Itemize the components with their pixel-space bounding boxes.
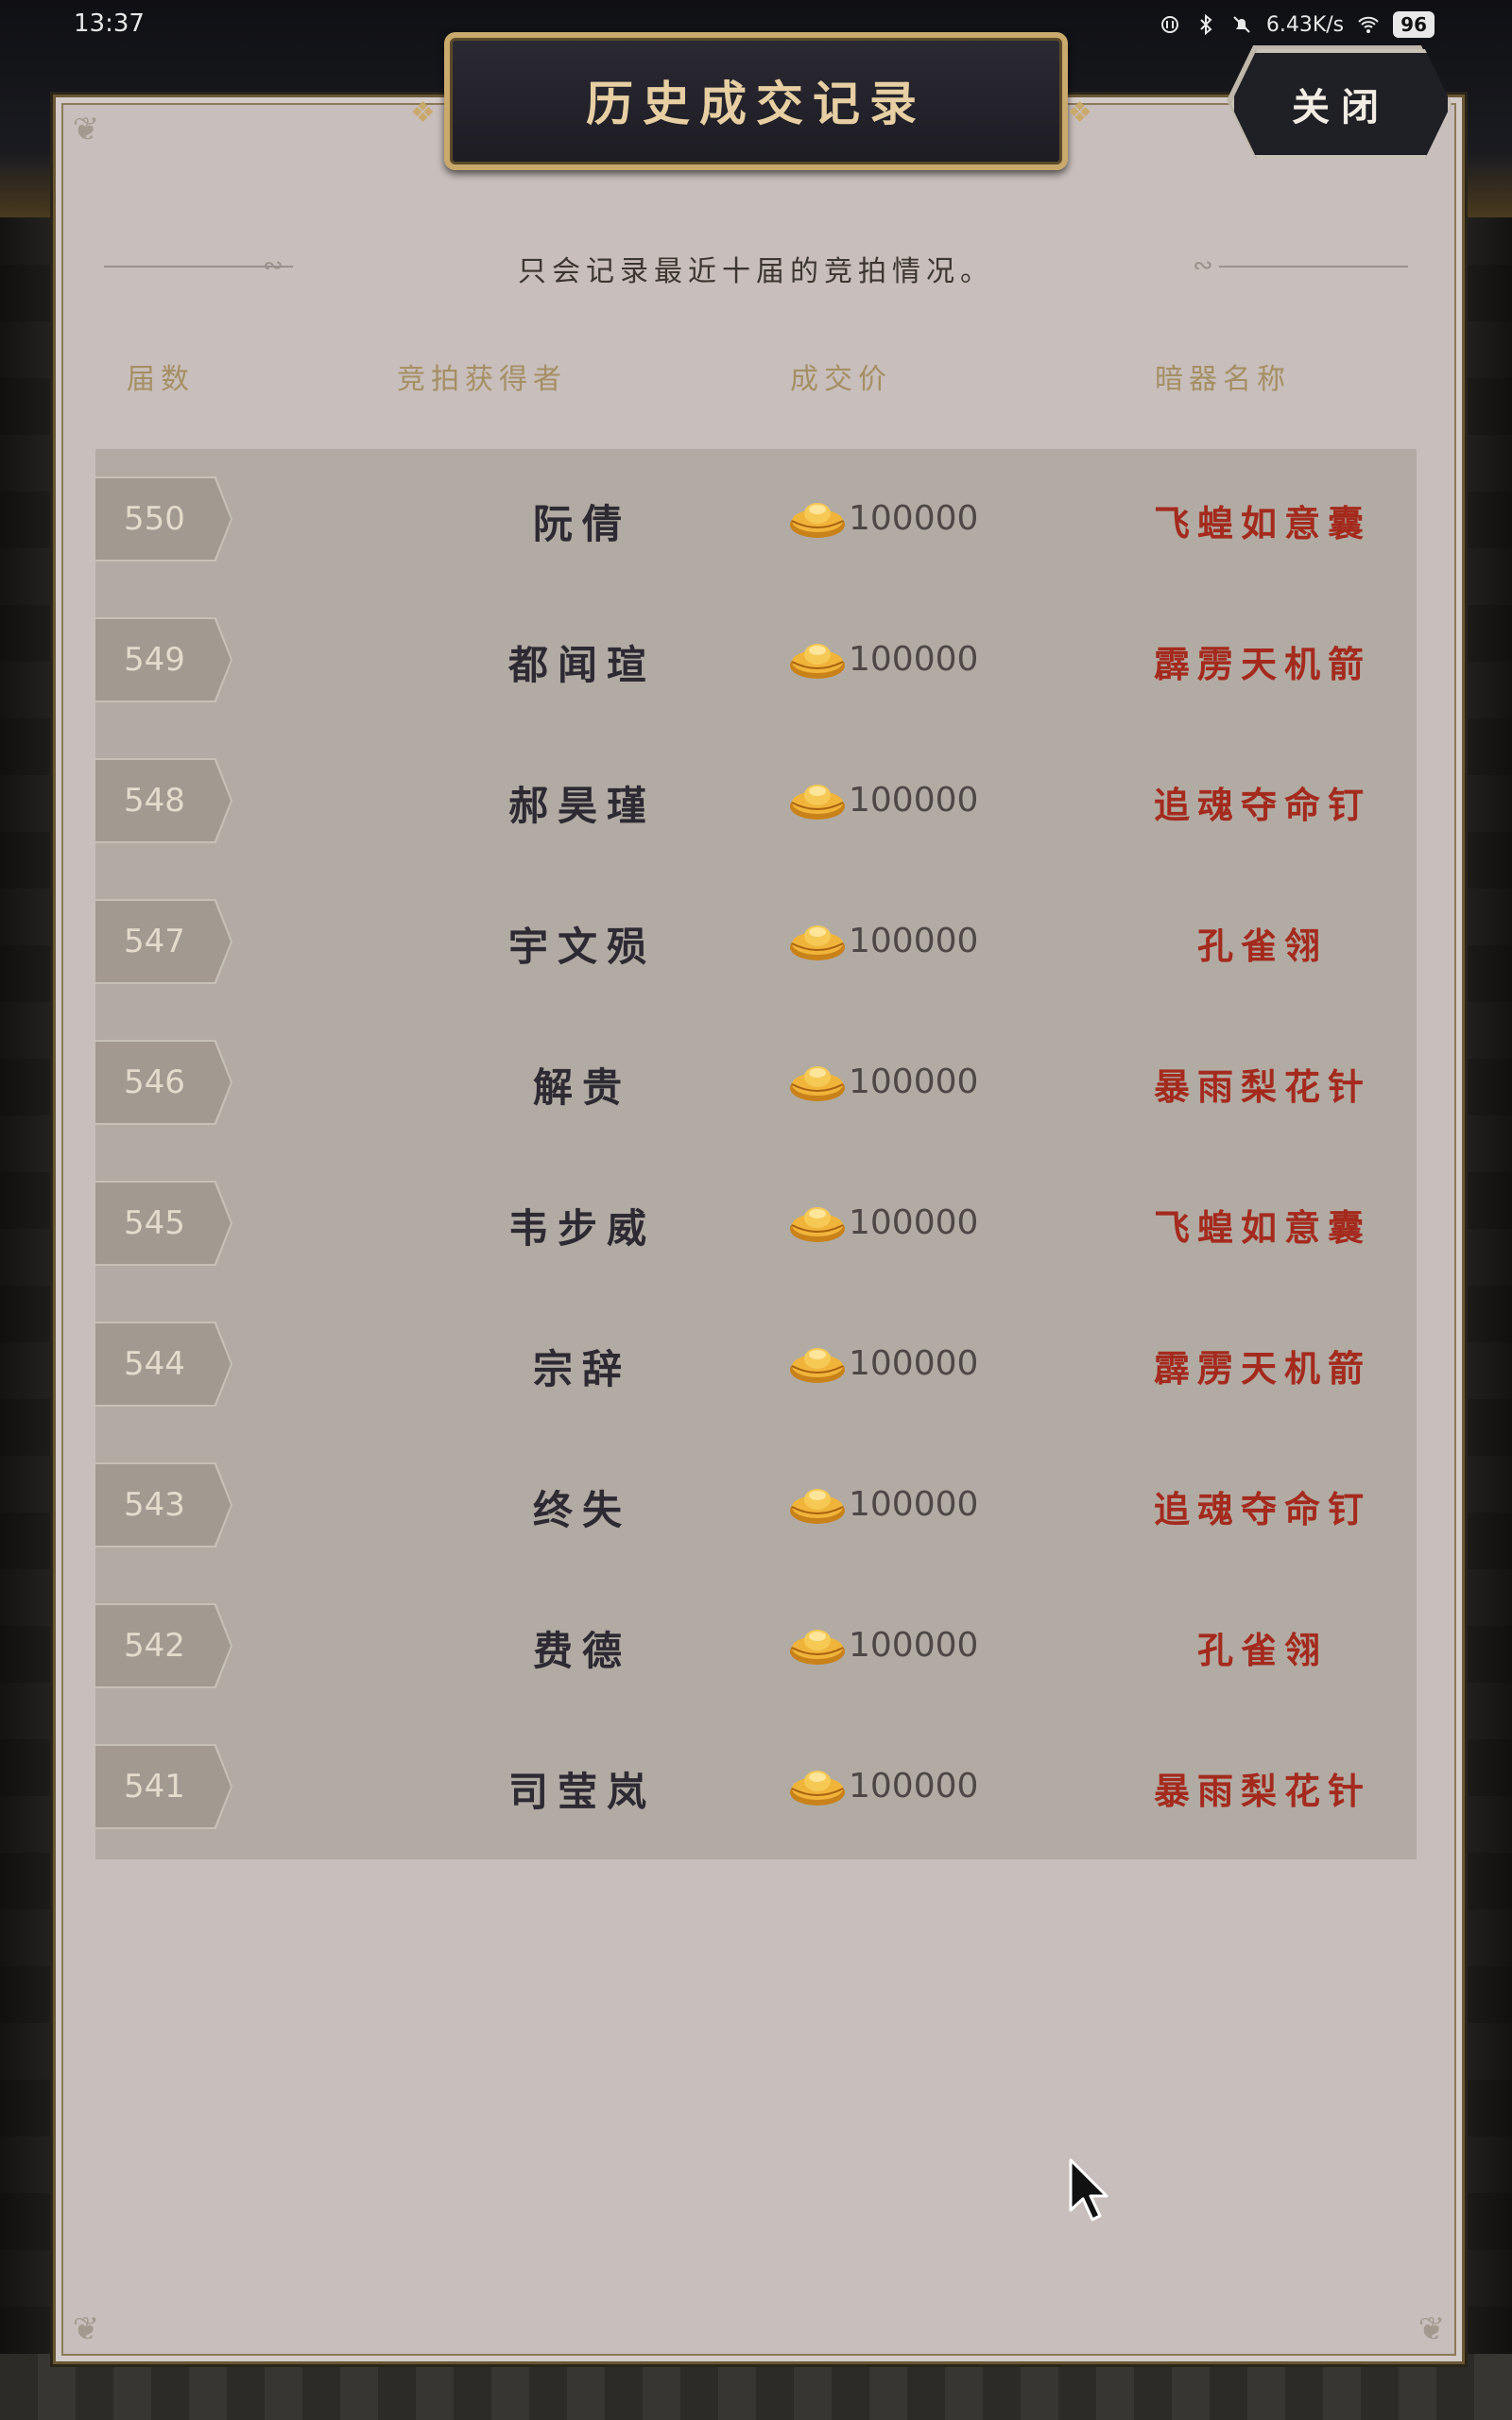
weapon-name: 暴雨梨花针 <box>1153 1065 1371 1108</box>
table-row: 548 郝昊瑾 100000 追魂夺命钉 <box>95 731 1417 872</box>
status-icons: 6.43K/s 96 <box>1159 11 1435 38</box>
gold-ingot-icon <box>790 1066 845 1101</box>
table-row: 546 解贵 100000 暴雨梨花针 <box>95 1012 1417 1153</box>
title-ornament-icon: ❖ <box>1067 96 1092 130</box>
deal-price: 100000 <box>788 496 978 540</box>
notice-text: 只会记录最近十届的竞拍情况。 <box>518 255 994 288</box>
corner-ornament-icon: ❦ <box>72 2310 100 2348</box>
deal-price: 100000 <box>788 1482 978 1526</box>
wifi-icon <box>1358 16 1379 33</box>
winner-name: 宇文殒 <box>507 924 656 970</box>
gold-ingot-icon <box>790 1348 845 1383</box>
session-number: 550 <box>95 478 231 560</box>
winner-name: 终失 <box>532 1487 631 1533</box>
weapon-name: 孔雀翎 <box>1196 925 1328 967</box>
deal-price: 100000 <box>788 1201 978 1244</box>
winner-name: 韦步威 <box>507 1205 656 1252</box>
header-winner: 竞拍获得者 <box>397 363 567 396</box>
gold-ingot-icon <box>790 925 845 960</box>
winner-name: 阮倩 <box>532 501 631 547</box>
deal-price: 100000 <box>788 1623 978 1667</box>
weapon-name: 飞蝗如意囊 <box>1153 1206 1371 1249</box>
corner-ornament-icon: ❦ <box>1418 2310 1446 2348</box>
winner-name: 费德 <box>532 1628 631 1674</box>
session-number: 543 <box>95 1464 231 1546</box>
price-value: 100000 <box>849 1343 979 1383</box>
price-value: 100000 <box>849 921 979 960</box>
header-weapon: 暗器名称 <box>1155 363 1291 396</box>
weapon-name: 霹雳天机箭 <box>1153 1347 1371 1390</box>
weapon-name: 飞蝗如意囊 <box>1153 502 1371 544</box>
session-number: 545 <box>95 1183 231 1264</box>
winner-name: 都闻瑄 <box>507 642 656 688</box>
title-ornament-icon: ❖ <box>410 96 436 130</box>
session-number: 547 <box>95 901 231 982</box>
session-number: 546 <box>95 1042 231 1123</box>
table-row: 547 宇文殒 100000 孔雀翎 <box>95 872 1417 1012</box>
title-banner: ❖ 历史成交记录 ❖ <box>410 32 1092 170</box>
table-row: 545 韦步威 100000 飞蝗如意囊 <box>95 1153 1417 1294</box>
session-number: 541 <box>95 1746 231 1827</box>
deal-price: 100000 <box>788 778 978 821</box>
table-row: 542 费德 100000 孔雀翎 <box>95 1576 1417 1717</box>
network-speed: 6.43K/s <box>1265 12 1345 37</box>
winner-name: 郝昊瑾 <box>507 783 656 829</box>
session-number: 544 <box>95 1323 231 1405</box>
gold-ingot-icon <box>790 1207 845 1242</box>
session-number: 542 <box>95 1605 231 1686</box>
table-row: 543 终失 100000 追魂夺命钉 <box>95 1435 1417 1576</box>
price-value: 100000 <box>849 1484 979 1524</box>
table-row: 550 阮倩 100000 飞蝗如意囊 <box>95 449 1417 590</box>
divider-ornament-icon: ∾ <box>1193 251 1213 280</box>
weapon-name: 追魂夺命钉 <box>1153 1488 1371 1530</box>
close-button-label: 关闭 <box>1292 85 1390 130</box>
deal-price: 100000 <box>788 1341 978 1385</box>
close-button[interactable]: 关闭 <box>1230 49 1452 159</box>
header-session: 届数 <box>127 363 195 396</box>
deal-price: 100000 <box>788 1764 978 1807</box>
deal-price: 100000 <box>788 1060 978 1103</box>
price-value: 100000 <box>849 1625 979 1665</box>
bluetooth-icon <box>1200 13 1212 36</box>
price-value: 100000 <box>849 780 979 820</box>
mute-bell-icon <box>1233 16 1250 33</box>
mouse-pointer-icon <box>1069 2158 1108 2221</box>
weapon-name: 孔雀翎 <box>1196 1629 1328 1671</box>
price-value: 100000 <box>849 1766 979 1806</box>
gold-ingot-icon <box>790 1489 845 1524</box>
table-row: 541 司莹岚 100000 暴雨梨花针 <box>95 1717 1417 1858</box>
weapon-name: 追魂夺命钉 <box>1153 784 1371 826</box>
corner-ornament-icon: ❦ <box>72 111 100 148</box>
gold-ingot-icon <box>790 644 845 679</box>
deal-price: 100000 <box>788 637 978 681</box>
price-value: 100000 <box>849 498 979 538</box>
nfc-icon <box>1160 16 1178 33</box>
battery-indicator: 96 <box>1393 11 1435 38</box>
gold-ingot-icon <box>790 503 845 538</box>
session-number: 548 <box>95 760 231 841</box>
status-time: 13:37 <box>74 9 145 38</box>
table-row: 544 宗辞 100000 霹雳天机箭 <box>95 1294 1417 1435</box>
dialog-title: 历史成交记录 <box>586 76 926 131</box>
deal-price: 100000 <box>788 919 978 962</box>
gold-ingot-icon <box>790 1771 845 1806</box>
gold-ingot-icon <box>790 785 845 820</box>
price-value: 100000 <box>849 1062 979 1101</box>
divider-right <box>1219 266 1408 268</box>
header-price: 成交价 <box>790 363 892 396</box>
weapon-name: 暴雨梨花针 <box>1153 1770 1371 1812</box>
weapon-name: 霹雳天机箭 <box>1153 643 1371 685</box>
price-value: 100000 <box>849 1202 979 1242</box>
winner-name: 司莹岚 <box>507 1769 656 1815</box>
session-number: 549 <box>95 619 231 700</box>
table-row: 549 都闻瑄 100000 霹雳天机箭 <box>95 590 1417 731</box>
price-value: 100000 <box>849 639 979 679</box>
gold-ingot-icon <box>790 1630 845 1665</box>
winner-name: 解贵 <box>532 1064 631 1111</box>
winner-name: 宗辞 <box>532 1346 631 1392</box>
